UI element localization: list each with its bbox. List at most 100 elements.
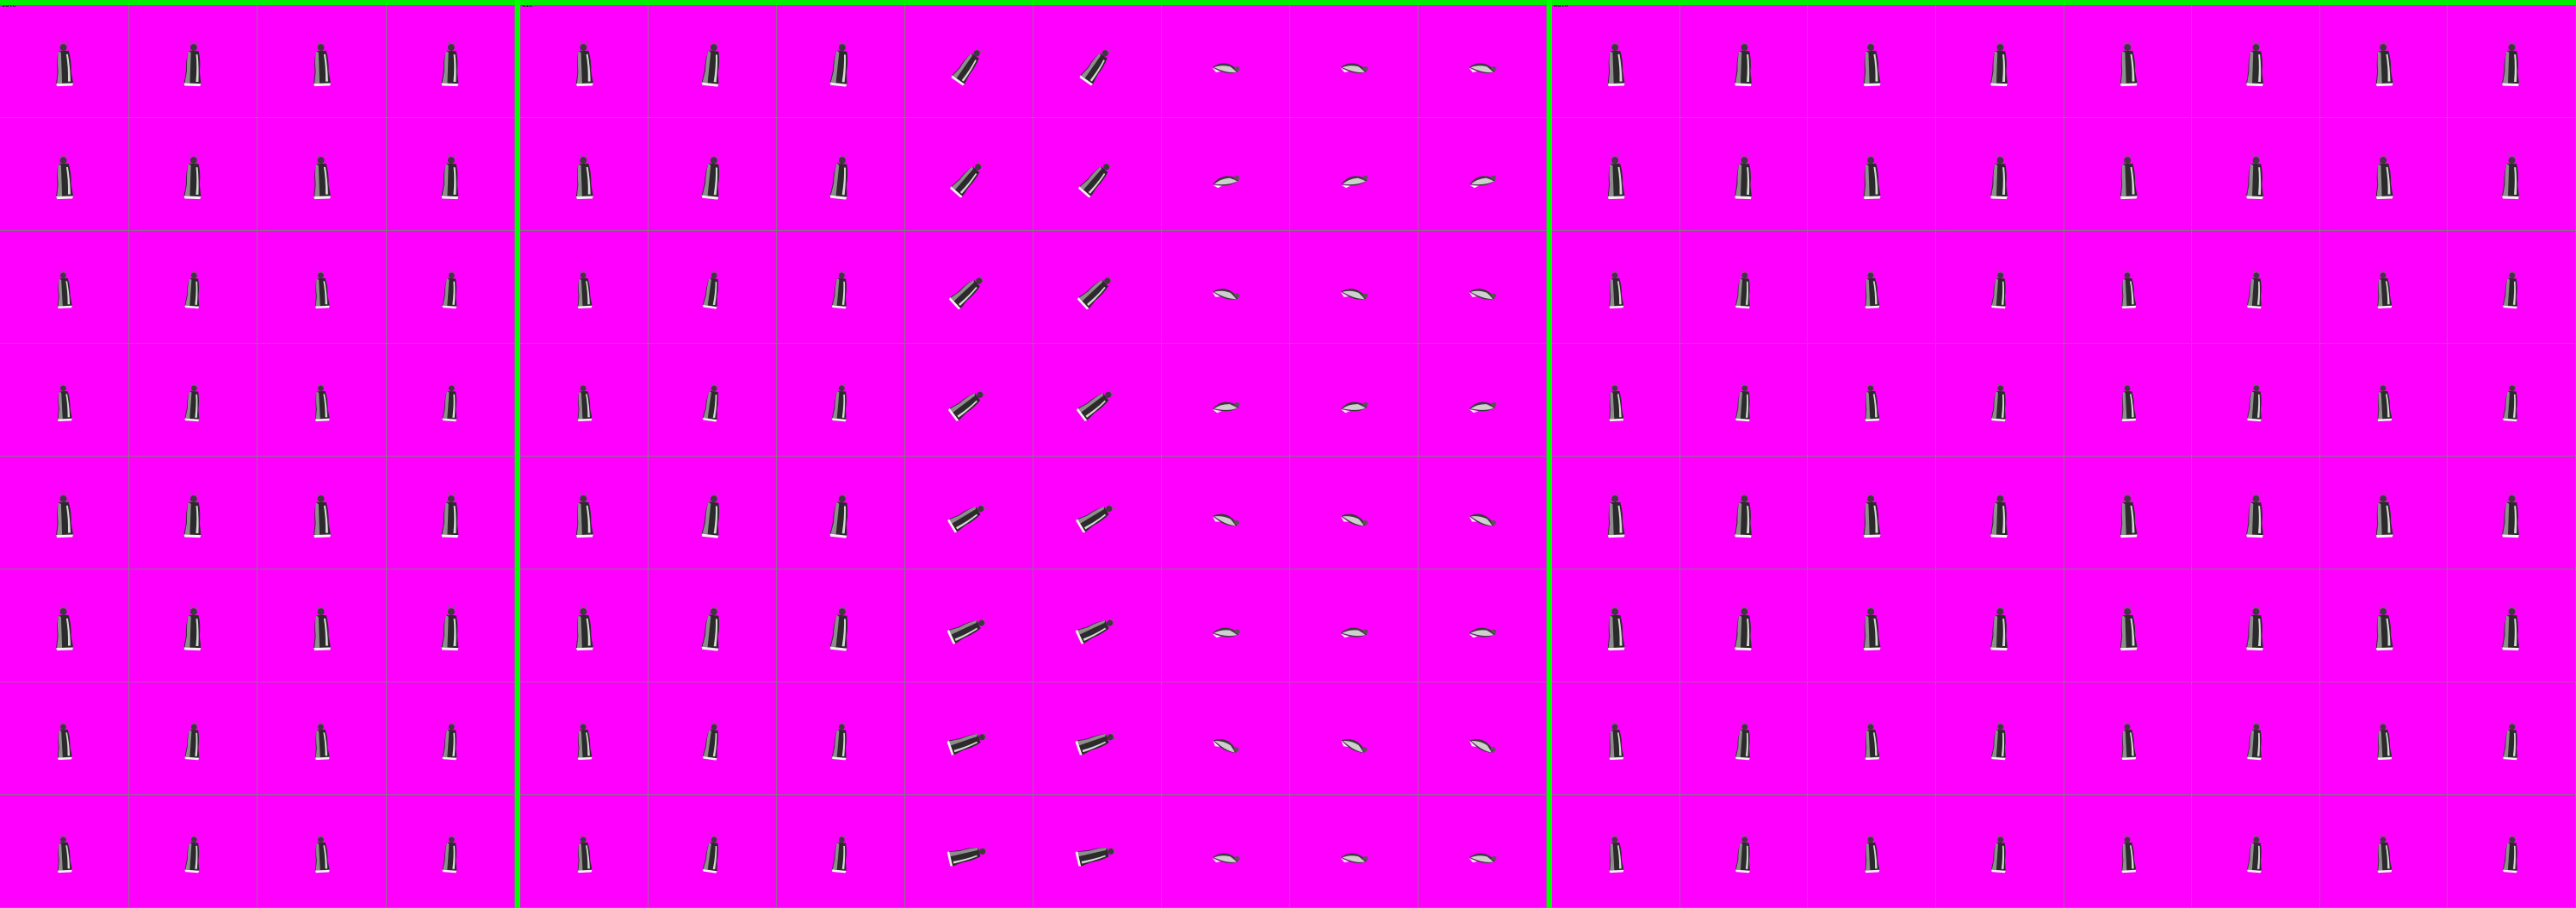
sprite-frame — [649, 5, 777, 118]
sprite-frame — [1808, 231, 1936, 344]
sprite-frame — [777, 344, 905, 457]
sprite-frame — [2192, 795, 2320, 908]
figure-sprite-icon — [2375, 603, 2393, 651]
figure-sprite-icon — [183, 719, 199, 761]
figure-sprite-icon — [1734, 39, 1752, 87]
figure-sprite-icon — [2377, 719, 2393, 761]
sprite-frame — [520, 231, 649, 344]
sprite-frame — [258, 344, 387, 457]
figure-sprite-icon — [183, 152, 201, 200]
sprite-frame — [0, 231, 129, 344]
sprite-frame — [1935, 344, 2064, 457]
figure-sprite-icon — [1340, 627, 1369, 638]
sprite-frame — [1679, 795, 1809, 908]
figure-sprite-icon — [831, 268, 847, 309]
sprite-frame — [1290, 231, 1418, 344]
figure-sprite-icon — [2247, 832, 2262, 874]
sprite-frame — [2192, 118, 2320, 231]
sprite-frame — [386, 795, 515, 908]
sprite-frame — [2319, 118, 2449, 231]
sprite-frame — [1552, 344, 1680, 457]
figure-sprite-icon — [1863, 603, 1881, 651]
sprite-frame — [1935, 457, 2064, 569]
figure-sprite-icon — [947, 387, 989, 421]
sprite-frame — [1679, 5, 1809, 118]
figure-sprite-icon — [702, 268, 719, 309]
sprite-frame — [2064, 231, 2193, 344]
sprite-frame — [1034, 682, 1162, 795]
sprite-frame — [1418, 569, 1547, 682]
figure-sprite-icon — [575, 39, 593, 87]
figure-sprite-icon — [2120, 152, 2138, 200]
sprite-frame — [1935, 682, 2064, 795]
figure-sprite-icon — [56, 490, 73, 538]
sprite-frame — [0, 457, 129, 569]
figure-sprite-icon — [1865, 268, 1880, 309]
sprite-frame — [2448, 795, 2576, 908]
figure-sprite-icon — [1990, 268, 2006, 309]
figure-sprite-icon — [1468, 853, 1497, 863]
figure-sprite-icon — [2377, 268, 2393, 309]
figure-sprite-icon — [1076, 387, 1117, 421]
figure-sprite-icon — [183, 490, 201, 538]
sprite-frame — [1162, 569, 1290, 682]
figure-sprite-icon — [1865, 381, 1880, 422]
figure-sprite-icon — [441, 268, 456, 309]
sprite-frame — [520, 118, 649, 231]
sprite-frame — [2448, 344, 2576, 457]
sprite-frame — [1679, 569, 1809, 682]
sprite-frame — [1935, 118, 2064, 231]
figure-sprite-icon — [1607, 603, 1625, 651]
figure-sprite-icon — [951, 44, 985, 86]
figure-sprite-icon — [1734, 490, 1752, 538]
figure-sprite-icon — [1989, 603, 2008, 651]
sprite-frame — [1418, 457, 1547, 569]
sprite-frame — [649, 457, 777, 569]
sprite-grid — [520, 5, 1547, 908]
sprite-frame — [2064, 795, 2193, 908]
figure-sprite-icon — [1213, 175, 1240, 189]
figure-sprite-icon — [2503, 719, 2518, 761]
figure-sprite-icon — [577, 719, 593, 761]
sprite-frame — [905, 795, 1034, 908]
figure-sprite-icon — [1468, 401, 1497, 414]
sprite-frame — [2192, 569, 2320, 682]
figure-sprite-icon — [56, 603, 73, 651]
sprite-frame — [1034, 5, 1162, 118]
sprite-frame — [258, 457, 387, 569]
figure-sprite-icon — [1213, 739, 1239, 753]
figure-sprite-icon — [1863, 39, 1881, 87]
sprite-frame — [2448, 5, 2576, 118]
figure-sprite-icon — [1989, 152, 2008, 200]
sprite-frame — [1935, 5, 2064, 118]
sprite-frame — [1679, 682, 1809, 795]
figure-sprite-icon — [183, 381, 199, 422]
sprite-frame — [386, 682, 515, 795]
sprite-frame — [1808, 457, 1936, 569]
sprite-frame — [1679, 118, 1809, 231]
figure-sprite-icon — [1865, 719, 1880, 761]
sprite-frame — [1418, 231, 1547, 344]
figure-sprite-icon — [2502, 152, 2520, 200]
sprite-frame — [1418, 5, 1547, 118]
sprite-frame — [1162, 231, 1290, 344]
figure-sprite-icon — [1735, 832, 1750, 874]
figure-sprite-icon — [947, 616, 990, 644]
sprite-frame — [128, 457, 258, 569]
sprite-frame — [905, 231, 1034, 344]
sprite-frame — [386, 5, 515, 118]
sprite-frame — [777, 795, 905, 908]
sprite-frame — [1034, 344, 1162, 457]
sprite-frame — [2064, 118, 2193, 231]
figure-sprite-icon — [1607, 490, 1625, 538]
sprite-frame — [1552, 5, 1680, 118]
sprite-frame — [1034, 795, 1162, 908]
sprite-grid — [0, 5, 515, 908]
figure-sprite-icon — [2120, 268, 2136, 309]
figure-sprite-icon — [2120, 832, 2136, 874]
sprite-frame — [777, 118, 905, 231]
figure-sprite-icon — [1340, 401, 1369, 414]
sprite-frame — [520, 682, 649, 795]
figure-sprite-icon — [1075, 616, 1119, 644]
figure-sprite-icon — [2503, 381, 2518, 422]
